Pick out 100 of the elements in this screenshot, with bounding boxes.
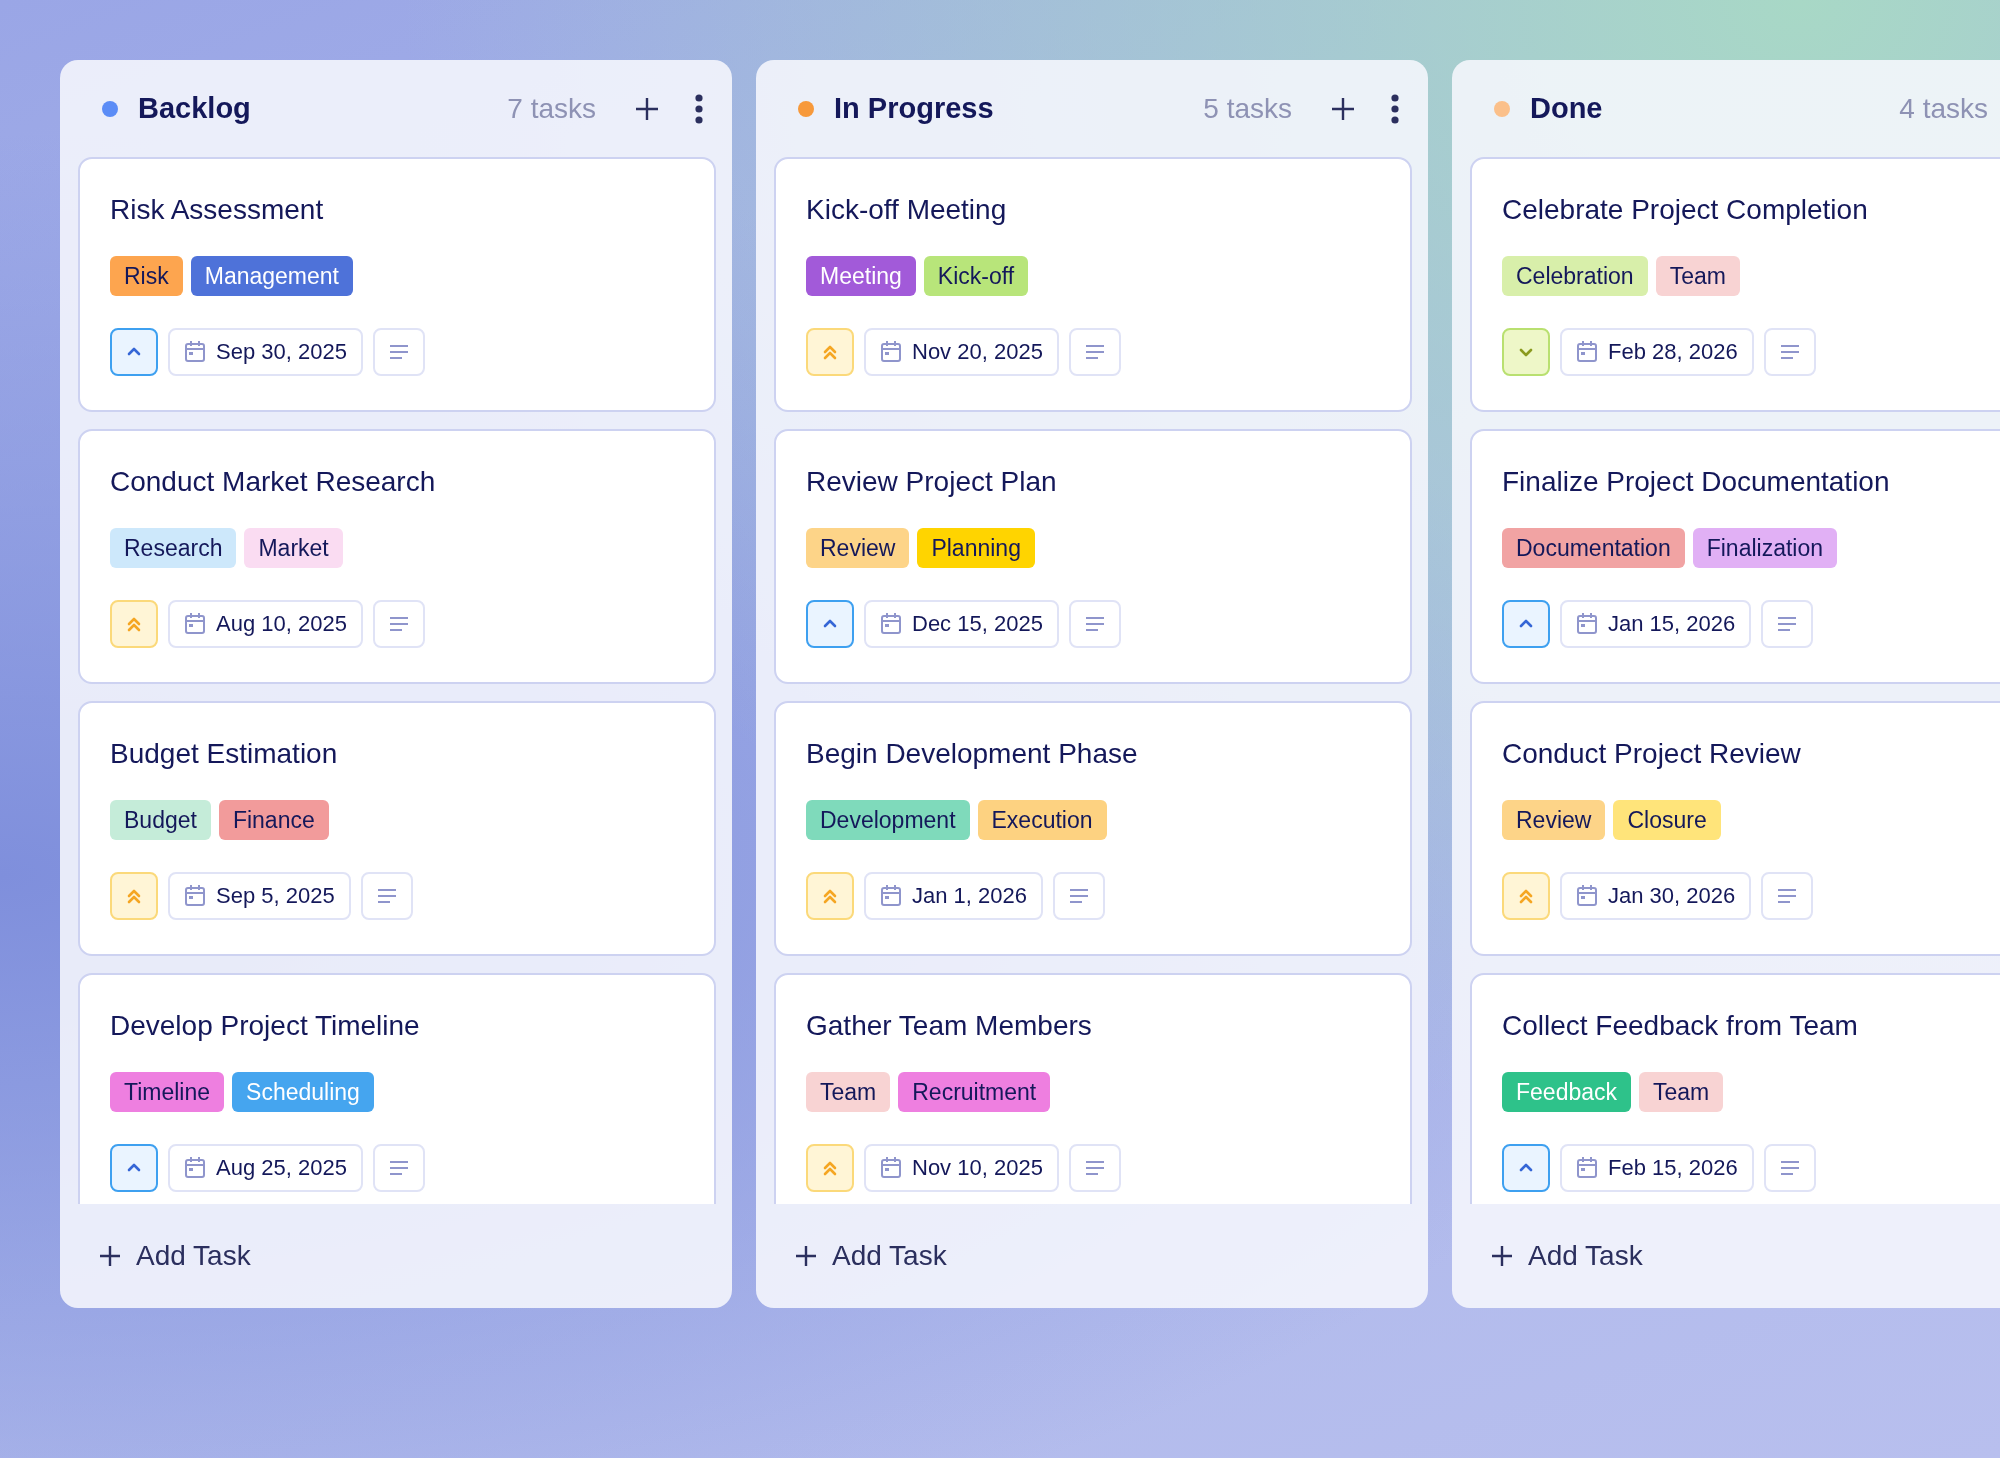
- plus-icon: [794, 1244, 818, 1268]
- tag-label: Execution: [977, 800, 1107, 840]
- tag-label: Budget: [110, 800, 211, 840]
- card-title: Gather Team Members: [806, 1009, 1093, 1043]
- tag-label: Research: [110, 528, 237, 568]
- priority-button[interactable]: [1502, 600, 1550, 648]
- add-task-button[interactable]: Add Task: [94, 1236, 255, 1276]
- task-card[interactable]: Risk Assessment Risk Management Sep 30, 2025: [78, 157, 716, 412]
- tag-label: Timeline: [110, 1072, 225, 1112]
- tag-label: Management: [190, 256, 353, 296]
- card-title: Budget Estimation: [110, 737, 339, 771]
- calendar-icon: [880, 1156, 902, 1180]
- task-card[interactable]: Conduct Market Research Research Market Aug 10, 2025: [78, 429, 716, 684]
- card-title: Conduct Market Research: [110, 465, 437, 499]
- text-lines-icon: [1084, 1160, 1105, 1176]
- description-button[interactable]: [372, 1144, 425, 1192]
- description-button[interactable]: [1068, 1144, 1121, 1192]
- due-date-button[interactable]: Jan 1, 2026: [864, 872, 1043, 920]
- task-card[interactable]: Budget Estimation Budget Finance Sep 5, 2025: [78, 701, 716, 956]
- task-card[interactable]: Collect Feedback from Team Feedback Team Feb 15, 2026: [1470, 973, 2000, 1204]
- priority-button[interactable]: [806, 600, 854, 648]
- text-lines-icon: [1777, 616, 1798, 632]
- tag-label: Team: [806, 1072, 891, 1112]
- tag-label: Planning: [917, 528, 1035, 568]
- due-date-button[interactable]: Aug 10, 2025: [168, 600, 363, 648]
- text-lines-icon: [1777, 888, 1798, 904]
- description-button[interactable]: [1763, 328, 1816, 376]
- card-title: Conduct Project Review: [1502, 737, 1802, 771]
- card-title: Celebrate Project Completion: [1502, 193, 1869, 227]
- due-date-button[interactable]: Jan 15, 2026: [1560, 600, 1752, 648]
- task-card[interactable]: Review Project Plan Review Planning Dec 15, 2025: [774, 429, 1412, 684]
- tag-label: Development: [806, 800, 970, 840]
- priority-button[interactable]: [1502, 328, 1550, 376]
- text-lines-icon: [1069, 888, 1089, 904]
- description-button[interactable]: [1761, 600, 1814, 648]
- calendar-icon: [880, 340, 902, 364]
- text-lines-icon: [1779, 344, 1800, 360]
- add-task-button[interactable]: Add Task: [1486, 1236, 1647, 1276]
- tag-label: Celebration: [1502, 256, 1648, 296]
- description-button[interactable]: [372, 328, 425, 376]
- task-count: 4 tasks: [1899, 92, 1988, 125]
- card-title: Begin Development Phase: [806, 737, 1139, 771]
- description-button[interactable]: [1763, 1144, 1816, 1192]
- column-title: Backlog: [138, 92, 252, 125]
- task-card[interactable]: Conduct Project Review Review Closure Jan 30, 2026: [1470, 701, 2000, 956]
- column-title: Done: [1530, 92, 1604, 125]
- tag-label: Market: [244, 528, 343, 568]
- task-card[interactable]: Develop Project Timeline Timeline Scheduling Aug 25, 2025: [78, 973, 716, 1204]
- due-date-button[interactable]: Nov 20, 2025: [864, 328, 1059, 376]
- calendar-icon: [880, 884, 902, 908]
- calendar-icon: [1576, 1156, 1598, 1180]
- calendar-icon: [184, 884, 206, 908]
- description-button[interactable]: [1761, 872, 1814, 920]
- due-date-button[interactable]: Feb 15, 2026: [1560, 1144, 1754, 1192]
- description-button[interactable]: [1053, 872, 1105, 920]
- add-task-button[interactable]: Add Task: [790, 1236, 951, 1276]
- tag-label: Kick-off: [923, 256, 1029, 296]
- tag-label: Feedback: [1502, 1072, 1631, 1112]
- task-card[interactable]: Celebrate Project Completion Celebration Team Feb 28, 2026: [1470, 157, 2000, 412]
- tag-label: Team: [1639, 1072, 1724, 1112]
- text-lines-icon: [388, 344, 409, 360]
- tag-label: Review: [1502, 800, 1606, 840]
- priority-button[interactable]: [110, 328, 158, 376]
- description-button[interactable]: [372, 600, 425, 648]
- due-date-button[interactable]: Dec 15, 2025: [864, 600, 1059, 648]
- card-title: Develop Project Timeline: [110, 1009, 421, 1043]
- task-card[interactable]: Gather Team Members Team Recruitment Nov 10, 2025: [774, 973, 1412, 1204]
- tag-label: Team: [1655, 256, 1740, 296]
- task-count: 7 tasks: [507, 92, 596, 125]
- card-title: Risk Assessment: [110, 193, 325, 227]
- calendar-icon: [184, 612, 206, 636]
- due-date-button[interactable]: Feb 28, 2026: [1560, 328, 1754, 376]
- description-button[interactable]: [1068, 600, 1121, 648]
- due-date-button[interactable]: Aug 25, 2025: [168, 1144, 363, 1192]
- due-date-button[interactable]: Sep 30, 2025: [168, 328, 363, 376]
- text-lines-icon: [388, 616, 409, 632]
- calendar-icon: [1576, 884, 1598, 908]
- plus-icon: [98, 1244, 122, 1268]
- calendar-icon: [184, 1156, 206, 1180]
- task-card[interactable]: Finalize Project Documentation Documentation Finalization Jan 15, 2026: [1470, 429, 2000, 684]
- priority-button[interactable]: [1502, 1144, 1550, 1192]
- card-title: Kick-off Meeting: [806, 193, 1008, 227]
- priority-button[interactable]: [110, 1144, 158, 1192]
- due-date-button[interactable]: Jan 30, 2026: [1560, 872, 1752, 920]
- kebab-menu-icon: [694, 93, 704, 124]
- text-lines-icon: [1779, 1160, 1800, 1176]
- tag-label: Scheduling: [232, 1072, 374, 1112]
- task-card[interactable]: Kick-off Meeting Meeting Kick-off Nov 20, 2025: [774, 157, 1412, 412]
- text-lines-icon: [388, 1160, 409, 1176]
- description-button[interactable]: [360, 872, 413, 920]
- task-card[interactable]: Begin Development Phase Development Execution Jan 1, 2026: [774, 701, 1412, 956]
- tag-label: Finalization: [1692, 528, 1838, 568]
- text-lines-icon: [1084, 616, 1105, 632]
- tag-label: Review: [806, 528, 910, 568]
- tag-label: Finance: [218, 800, 329, 840]
- due-date-button[interactable]: Nov 10, 2025: [864, 1144, 1059, 1192]
- due-date-button[interactable]: Sep 5, 2025: [168, 872, 351, 920]
- calendar-icon: [1576, 612, 1598, 636]
- description-button[interactable]: [1068, 328, 1121, 376]
- tag-label: Closure: [1613, 800, 1721, 840]
